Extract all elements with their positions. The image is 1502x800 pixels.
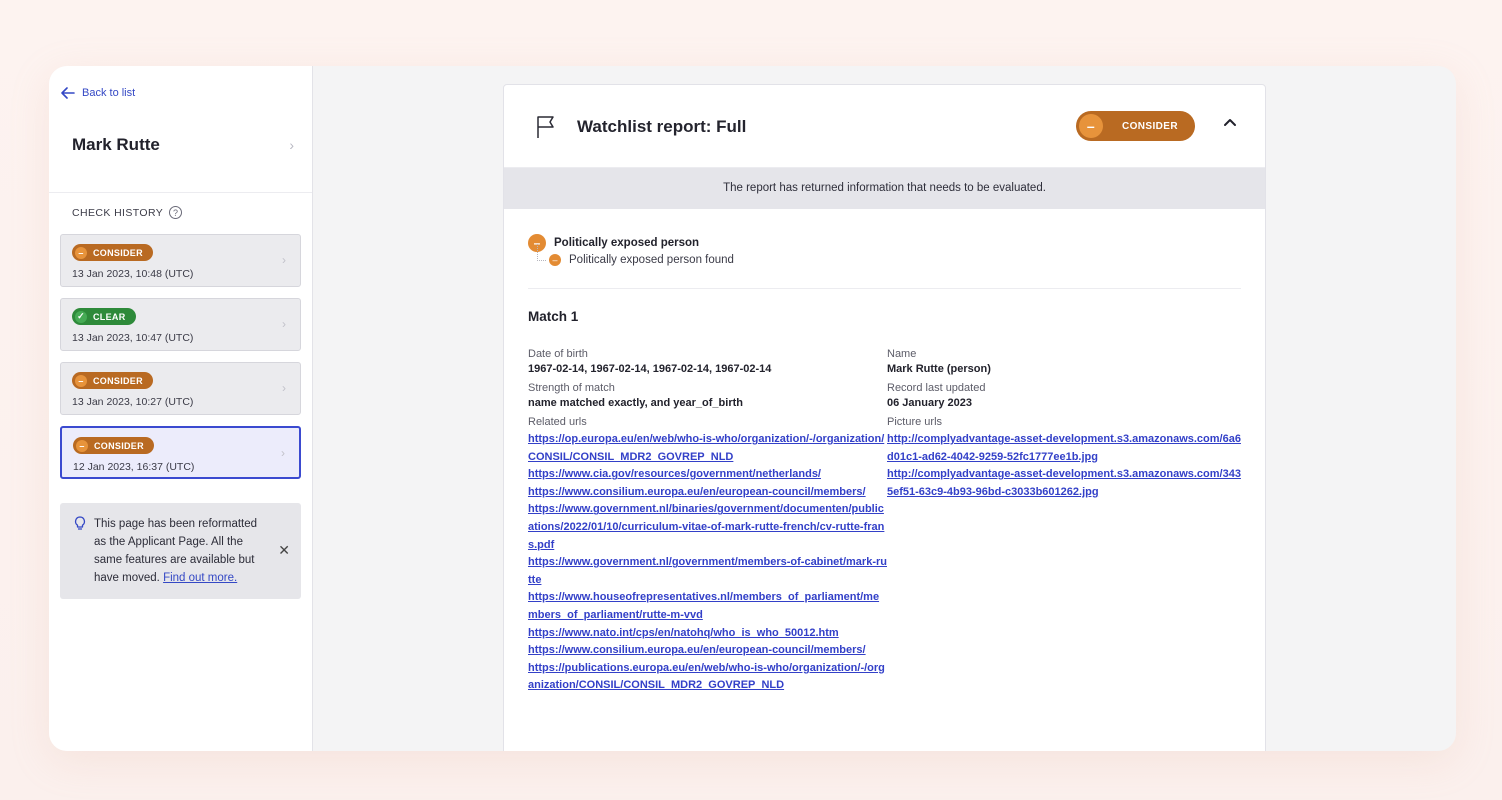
match-fields: Date of birth 1967-02-14, 1967-02-14, 19…: [528, 348, 1241, 702]
picture-url-link[interactable]: http://complyadvantage-asset-development…: [887, 431, 1241, 466]
back-to-list-link[interactable]: Back to list: [61, 87, 135, 99]
status-badge-label: CLEAR: [93, 311, 126, 322]
dob-label: Date of birth: [528, 348, 588, 360]
check-history-label: CHECK HISTORY: [72, 206, 164, 219]
chevron-right-icon: ›: [282, 381, 286, 395]
breakdown-sub-label: Politically exposed person found: [569, 254, 734, 266]
main-content: Watchlist report: Full – CONSIDER The re…: [313, 66, 1456, 751]
status-badge: – CONSIDER: [72, 372, 153, 389]
name-field: Name Mark Rutte (person): [887, 348, 1241, 375]
sidebar-divider: [49, 192, 312, 193]
minus-icon: –: [76, 439, 88, 452]
status-badge-label: CONSIDER: [93, 247, 143, 258]
name-label: Name: [887, 348, 917, 360]
minus-icon: –: [1079, 114, 1103, 138]
report-status-label: CONSIDER: [1122, 120, 1178, 132]
find-out-more-link[interactable]: Find out more.: [163, 572, 237, 584]
breakdown-subitem: – Politically exposed person found: [549, 254, 734, 266]
check-icon: ✓: [75, 310, 87, 323]
related-url-link[interactable]: https://www.government.nl/binaries/gover…: [528, 501, 887, 554]
dob-field: Date of birth 1967-02-14, 1967-02-14, 19…: [528, 348, 887, 375]
match-title: Match 1: [528, 309, 579, 324]
applicant-name: Mark Rutte: [72, 135, 160, 154]
name-value: Mark Rutte (person): [887, 363, 991, 375]
related-url-link[interactable]: https://www.houseofrepresentatives.nl/me…: [528, 589, 887, 624]
chevron-up-icon[interactable]: [1223, 117, 1237, 127]
related-url-link[interactable]: https://publications.europa.eu/en/web/wh…: [528, 660, 887, 695]
picture-urls-label: Picture urls: [887, 416, 943, 428]
chevron-right-icon: ›: [282, 317, 286, 331]
tree-connector: [537, 244, 546, 261]
breakdown-item: – Politically exposed person: [528, 234, 699, 252]
match-column-right: Name Mark Rutte (person) Record last upd…: [887, 348, 1241, 702]
report-breakdown: – Politically exposed person – Political…: [528, 209, 1241, 289]
report-status-badge[interactable]: – CONSIDER: [1076, 111, 1195, 141]
match-section: Match 1 Date of birth 1967-02-14, 1967-0…: [504, 289, 1265, 702]
report-header: Watchlist report: Full – CONSIDER: [504, 85, 1265, 168]
related-url-link[interactable]: https://www.cia.gov/resources/government…: [528, 466, 887, 484]
chevron-right-icon: ›: [289, 137, 294, 153]
strength-field: Strength of match name matched exactly, …: [528, 382, 887, 409]
related-url-link[interactable]: https://www.consilium.europa.eu/en/europ…: [528, 484, 887, 502]
check-history-list: – CONSIDER 13 Jan 2023, 10:48 (UTC) › ✓ …: [60, 234, 301, 490]
report-title: Watchlist report: Full: [577, 117, 747, 136]
related-url-link[interactable]: https://www.consilium.europa.eu/en/europ…: [528, 642, 887, 660]
status-badge: – CONSIDER: [73, 437, 154, 454]
status-badge-label: CONSIDER: [93, 375, 143, 386]
report-banner: The report has returned information that…: [504, 168, 1265, 209]
watchlist-report-card: Watchlist report: Full – CONSIDER The re…: [503, 84, 1266, 751]
close-icon[interactable]: ✕: [278, 541, 290, 559]
related-url-link[interactable]: https://op.europa.eu/en/web/who-is-who/o…: [528, 431, 887, 466]
history-item[interactable]: – CONSIDER 13 Jan 2023, 10:27 (UTC) ›: [60, 362, 301, 415]
lightbulb-icon: [74, 516, 86, 530]
status-badge-label: CONSIDER: [94, 440, 144, 451]
related-url-link[interactable]: https://www.nato.int/cps/en/natohq/who_i…: [528, 625, 887, 643]
strength-label: Strength of match: [528, 382, 615, 394]
updated-label: Record last updated: [887, 382, 986, 394]
related-urls-field: Related urls https://op.europa.eu/en/web…: [528, 416, 887, 695]
picture-urls-field: Picture urls http://complyadvantage-asse…: [887, 416, 1241, 501]
related-urls-list: https://op.europa.eu/en/web/who-is-who/o…: [528, 431, 887, 695]
history-item[interactable]: ✓ CLEAR 13 Jan 2023, 10:47 (UTC) ›: [60, 298, 301, 351]
match-column-left: Date of birth 1967-02-14, 1967-02-14, 19…: [528, 348, 887, 702]
history-time: 13 Jan 2023, 10:47 (UTC): [72, 332, 194, 344]
history-time: 13 Jan 2023, 10:27 (UTC): [72, 396, 194, 408]
dob-value: 1967-02-14, 1967-02-14, 1967-02-14, 1967…: [528, 363, 772, 375]
history-item-selected[interactable]: – CONSIDER 12 Jan 2023, 16:37 (UTC) ›: [60, 426, 301, 479]
applicant-header[interactable]: Mark Rutte ›: [72, 135, 294, 155]
reformat-notice: This page has been reformatted as the Ap…: [60, 503, 301, 599]
minus-icon: –: [75, 374, 87, 387]
status-badge: ✓ CLEAR: [72, 308, 136, 325]
related-url-link[interactable]: https://www.government.nl/government/mem…: [528, 554, 887, 589]
strength-value: name matched exactly, and year_of_birth: [528, 397, 743, 409]
chevron-right-icon: ›: [281, 446, 285, 460]
chevron-right-icon: ›: [282, 253, 286, 267]
history-item[interactable]: – CONSIDER 13 Jan 2023, 10:48 (UTC) ›: [60, 234, 301, 287]
updated-value: 06 January 2023: [887, 397, 973, 409]
picture-urls-list: http://complyadvantage-asset-development…: [887, 431, 1241, 501]
app-window: Back to list Mark Rutte › CHECK HISTORY …: [49, 66, 1456, 751]
arrow-left-icon: [61, 87, 75, 99]
picture-url-link[interactable]: http://complyadvantage-asset-development…: [887, 466, 1241, 501]
help-icon[interactable]: ?: [169, 206, 183, 219]
history-time: 13 Jan 2023, 10:48 (UTC): [72, 268, 194, 280]
check-history-title: CHECK HISTORY ?: [72, 206, 183, 219]
sidebar: Back to list Mark Rutte › CHECK HISTORY …: [49, 66, 313, 751]
history-time: 12 Jan 2023, 16:37 (UTC): [73, 461, 195, 473]
back-to-list-label: Back to list: [82, 87, 136, 99]
related-urls-label: Related urls: [528, 416, 587, 428]
updated-field: Record last updated 06 January 2023: [887, 382, 1241, 409]
minus-icon: –: [75, 246, 87, 259]
minus-icon: –: [549, 254, 561, 266]
status-badge: – CONSIDER: [72, 244, 153, 261]
breakdown-label: Politically exposed person: [554, 237, 700, 249]
flag-icon: [537, 116, 554, 138]
